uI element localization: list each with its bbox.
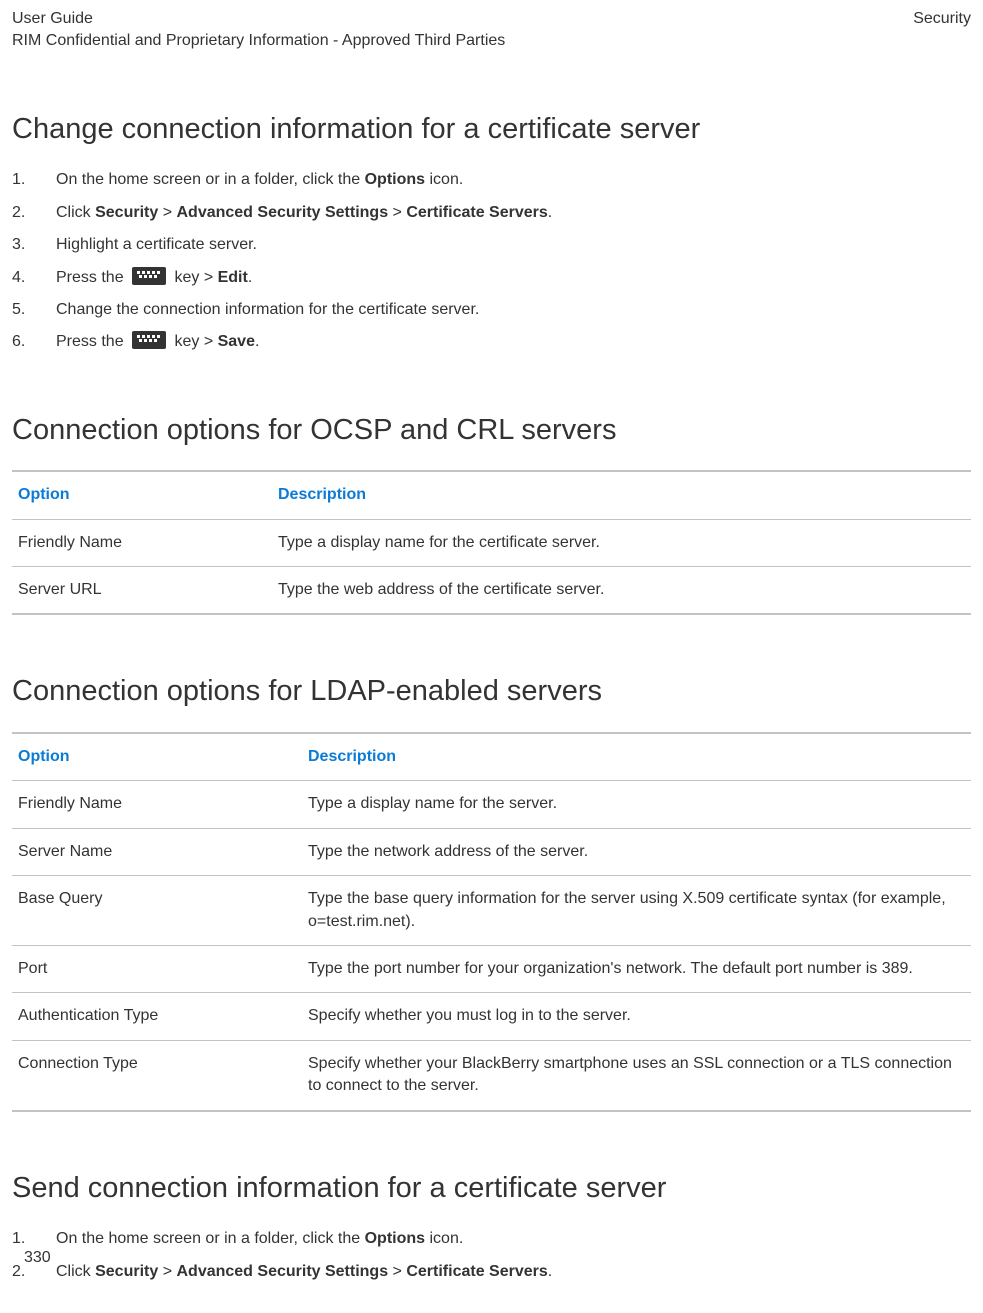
heading-send-connection: Send connection information for a certif…: [12, 1168, 971, 1209]
cell-option: Connection Type: [12, 1040, 302, 1110]
steps-change-connection: On the home screen or in a folder, click…: [12, 169, 971, 353]
cell-option: Friendly Name: [12, 519, 272, 566]
step-text: icon.: [425, 1230, 463, 1247]
header-left: User Guide RIM Confidential and Propriet…: [12, 8, 505, 53]
heading-change-connection: Change connection information for a cert…: [12, 109, 971, 150]
step-text: Press the: [56, 269, 128, 286]
step-text: Click: [56, 1263, 95, 1280]
table-row: Connection Type Specify whether your Bla…: [12, 1040, 971, 1110]
step-item: Click Security > Advanced Security Setti…: [12, 202, 971, 224]
table-row: Authentication Type Specify whether you …: [12, 993, 971, 1040]
step-text: .: [248, 269, 252, 286]
step-text: >: [158, 1263, 176, 1280]
cell-option: Authentication Type: [12, 993, 302, 1040]
cell-description: Specify whether your BlackBerry smartpho…: [302, 1040, 971, 1110]
step-text: .: [548, 204, 552, 221]
table-ocsp-crl: Option Description Friendly Name Type a …: [12, 470, 971, 615]
header-guide: User Guide: [12, 8, 505, 30]
step-item: Press the key > Save.: [12, 331, 971, 353]
step-text: On the home screen or in a folder, click…: [56, 1230, 365, 1247]
bold-cert-servers: Certificate Servers: [406, 204, 547, 221]
table-row: Server Name Type the network address of …: [12, 828, 971, 875]
blackberry-key-icon: [132, 267, 166, 285]
table-row: Friendly Name Type a display name for th…: [12, 519, 971, 566]
bold-security: Security: [95, 204, 158, 221]
page-number: 330: [24, 1247, 51, 1269]
table-ldap: Option Description Friendly Name Type a …: [12, 732, 971, 1112]
step-item: On the home screen or in a folder, click…: [12, 169, 971, 191]
step-item: Change the connection information for th…: [12, 299, 971, 321]
step-text: On the home screen or in a folder, click…: [56, 171, 365, 188]
heading-ocsp-crl: Connection options for OCSP and CRL serv…: [12, 410, 971, 451]
page-header: User Guide RIM Confidential and Propriet…: [12, 8, 971, 53]
step-text: >: [158, 204, 176, 221]
cell-option: Server URL: [12, 567, 272, 615]
step-text: Press the: [56, 333, 128, 350]
table-row: Base Query Type the base query informati…: [12, 876, 971, 946]
cell-option: Port: [12, 946, 302, 993]
step-text: icon.: [425, 171, 463, 188]
step-text: .: [548, 1263, 552, 1280]
step-item: Highlight a certificate server.: [12, 234, 971, 256]
step-text: >: [388, 204, 406, 221]
step-text: .: [255, 333, 259, 350]
cell-description: Type a display name for the server.: [302, 781, 971, 828]
step-item: Press the key > Edit.: [12, 267, 971, 289]
blackberry-key-icon: [132, 331, 166, 349]
bold-options: Options: [365, 171, 425, 188]
bold-advanced: Advanced Security Settings: [176, 1263, 388, 1280]
bold-security: Security: [95, 1263, 158, 1280]
table-header-option: Option: [12, 471, 272, 519]
header-confidential: RIM Confidential and Proprietary Informa…: [12, 30, 505, 52]
table-row: Friendly Name Type a display name for th…: [12, 781, 971, 828]
cell-option: Friendly Name: [12, 781, 302, 828]
table-header-option: Option: [12, 733, 302, 781]
bold-save: Save: [218, 333, 255, 350]
cell-description: Type the port number for your organizati…: [302, 946, 971, 993]
step-item: On the home screen or in a folder, click…: [12, 1228, 971, 1250]
heading-ldap: Connection options for LDAP-enabled serv…: [12, 671, 971, 712]
table-row: Port Type the port number for your organ…: [12, 946, 971, 993]
bold-options: Options: [365, 1230, 425, 1247]
step-text: key >: [170, 333, 218, 350]
cell-description: Type the web address of the certificate …: [272, 567, 971, 615]
bold-edit: Edit: [218, 269, 248, 286]
steps-send-connection: On the home screen or in a folder, click…: [12, 1228, 971, 1283]
header-section: Security: [913, 8, 971, 53]
cell-description: Specify whether you must log in to the s…: [302, 993, 971, 1040]
table-row: Server URL Type the web address of the c…: [12, 567, 971, 615]
step-text: >: [388, 1263, 406, 1280]
cell-description: Type the base query information for the …: [302, 876, 971, 946]
step-text: Click: [56, 204, 95, 221]
table-header-description: Description: [272, 471, 971, 519]
step-item: Click Security > Advanced Security Setti…: [12, 1261, 971, 1283]
cell-option: Server Name: [12, 828, 302, 875]
cell-description: Type the network address of the server.: [302, 828, 971, 875]
bold-advanced: Advanced Security Settings: [176, 204, 388, 221]
cell-description: Type a display name for the certificate …: [272, 519, 971, 566]
bold-cert-servers: Certificate Servers: [406, 1263, 547, 1280]
step-text: key >: [170, 269, 218, 286]
cell-option: Base Query: [12, 876, 302, 946]
table-header-description: Description: [302, 733, 971, 781]
